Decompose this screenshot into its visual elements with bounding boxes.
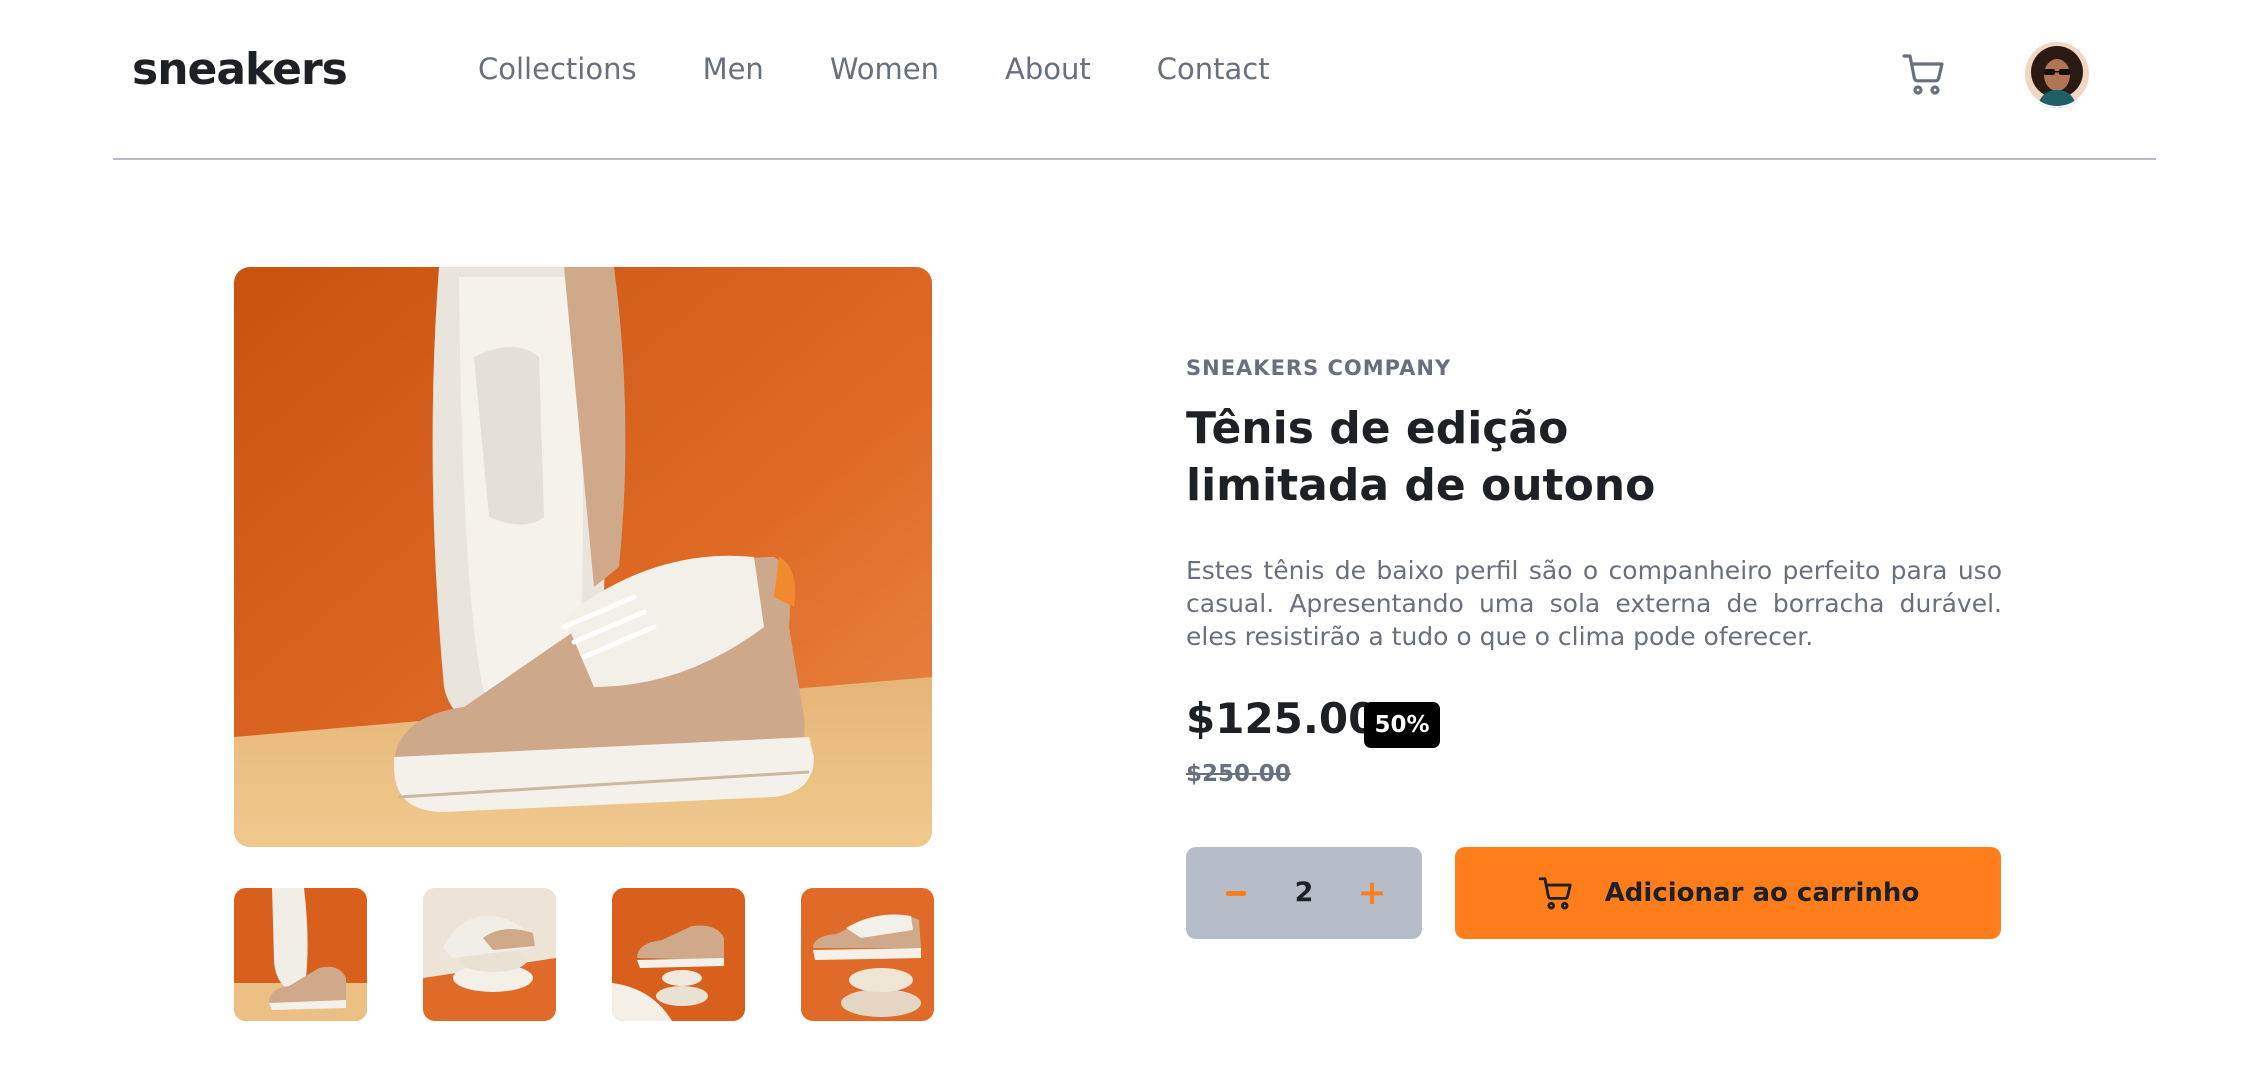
nav-women[interactable]: Women bbox=[830, 52, 939, 86]
quantity-stepper: 2 + bbox=[1186, 847, 1422, 939]
nav-contact[interactable]: Contact bbox=[1157, 52, 1270, 86]
thumbnail-3[interactable] bbox=[612, 888, 745, 1021]
nav-collections[interactable]: Collections bbox=[478, 52, 637, 86]
logo[interactable]: sneakers bbox=[132, 44, 348, 95]
plus-icon[interactable]: + bbox=[1352, 865, 1392, 921]
current-price: $125.00 bbox=[1186, 694, 1378, 743]
thumbnail-2[interactable] bbox=[423, 888, 556, 1021]
nav-men[interactable]: Men bbox=[703, 52, 764, 86]
cart-icon[interactable] bbox=[1900, 50, 1948, 98]
product-main-image[interactable] bbox=[234, 267, 932, 847]
add-to-cart-button[interactable]: Adicionar ao carrinho bbox=[1455, 847, 2001, 939]
thumbnail-4[interactable] bbox=[801, 888, 934, 1021]
site-header: sneakers Collections Men Women About Con… bbox=[113, 0, 2156, 160]
discount-badge: 50% bbox=[1364, 702, 1440, 748]
cart-icon bbox=[1537, 874, 1575, 912]
quantity-value: 2 bbox=[1294, 877, 1314, 908]
thumbnail-1[interactable] bbox=[234, 888, 367, 1021]
main-nav: Collections Men Women About Contact bbox=[478, 52, 1336, 86]
original-price: $250.00 bbox=[1186, 761, 1291, 787]
product-title-line-1: Tênis de edição bbox=[1186, 403, 1569, 454]
minus-icon[interactable] bbox=[1216, 865, 1256, 921]
nav-about[interactable]: About bbox=[1005, 52, 1091, 86]
product-title: Tênis de edição limitada de outono bbox=[1186, 400, 1746, 514]
avatar[interactable] bbox=[2023, 40, 2091, 108]
product-description: Estes tênis de baixo perfil são o compan… bbox=[1186, 556, 2002, 651]
add-to-cart-label: Adicionar ao carrinho bbox=[1604, 878, 1920, 908]
company-label: SNEAKERS COMPANY bbox=[1186, 356, 1452, 380]
product-title-line-2: limitada de outono bbox=[1186, 460, 1656, 511]
